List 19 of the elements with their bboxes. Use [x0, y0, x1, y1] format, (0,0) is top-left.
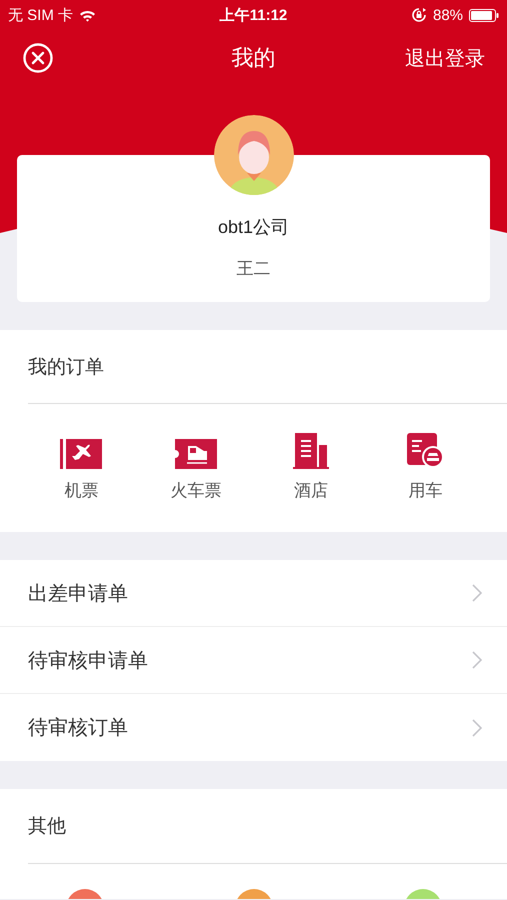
clock-time: 上午11:12 [220, 6, 288, 24]
company-name: obt1公司 [218, 216, 290, 239]
order-category-button[interactable]: 用车 [368, 433, 483, 502]
menu-item-label: 待审核申请单 [28, 648, 148, 674]
menu-item-label: 出差申请单 [28, 582, 128, 606]
page-title: 我的 [232, 45, 276, 70]
order-category-button[interactable]: 机票 [24, 433, 139, 502]
menu-item-label: 待审核订单 [28, 716, 128, 741]
order-category-button[interactable]: 酒店 [254, 433, 368, 502]
menu-item[interactable]: 待审核申请单 [0, 627, 507, 694]
section-title: 我的订单 [28, 356, 104, 380]
order-category-button[interactable]: 火车票 [138, 433, 254, 502]
section-title: 其他 [28, 815, 66, 839]
menu-item[interactable]: 待审核订单 [0, 694, 507, 761]
logout-button[interactable]: 退出登录 [405, 44, 485, 72]
menu-item[interactable]: 出差申请单 [0, 560, 507, 627]
battery-percent: 88% [432, 6, 464, 24]
carrier-text: 无 SIM 卡 [8, 6, 74, 24]
user-name: 王二 [236, 258, 270, 280]
